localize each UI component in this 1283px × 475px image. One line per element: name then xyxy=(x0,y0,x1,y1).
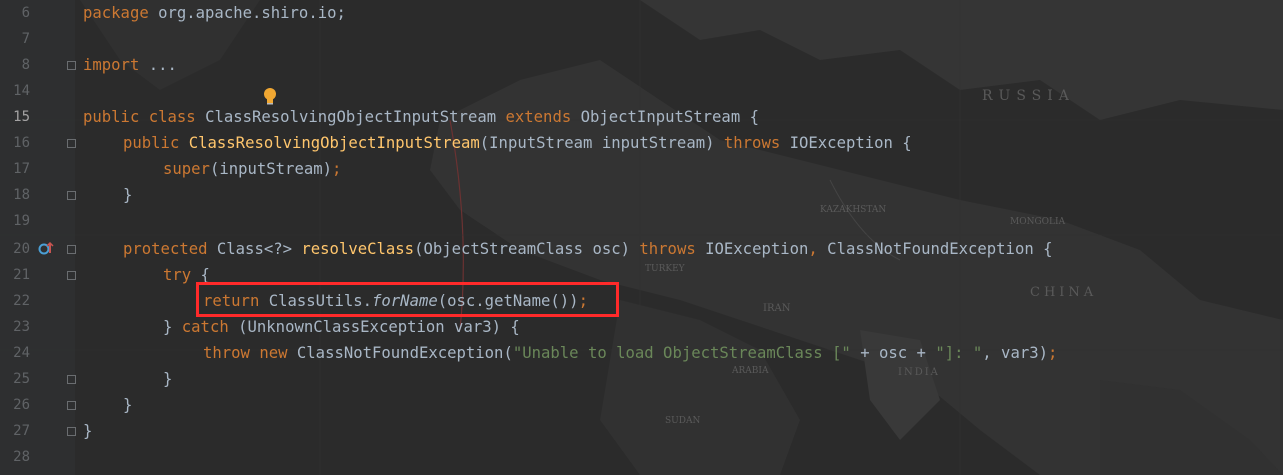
line-number: 26 xyxy=(13,397,30,413)
line-number: 6 xyxy=(21,5,30,21)
code-line[interactable]: } xyxy=(123,182,132,208)
code-text: } xyxy=(123,186,133,204)
line-number: 27 xyxy=(13,423,30,439)
code-text: (InputStream inputStream) xyxy=(479,134,724,152)
lightbulb-icon[interactable] xyxy=(262,87,278,105)
keyword: protected xyxy=(123,240,208,258)
keyword: package xyxy=(83,4,149,22)
line-number: 25 xyxy=(13,371,30,387)
fold-marker-icon[interactable] xyxy=(67,375,76,384)
line-number: 19 xyxy=(13,213,30,229)
code-text: (UnknownClassException var3) { xyxy=(228,318,520,336)
code-text: } xyxy=(163,318,173,336)
keyword: throw xyxy=(203,344,250,362)
code-text: ClassNotFoundException { xyxy=(817,240,1053,258)
code-text: } xyxy=(123,396,133,414)
semicolon: ; xyxy=(332,160,342,178)
map-label-india: INDIA xyxy=(898,367,940,378)
line-number: 18 xyxy=(13,187,30,203)
line-number: 14 xyxy=(13,83,30,99)
line-number: 8 xyxy=(21,57,30,73)
keyword: catch xyxy=(172,318,229,336)
line-number: 7 xyxy=(21,31,30,47)
keyword: public xyxy=(83,108,140,126)
code-text: } xyxy=(163,370,173,388)
string-literal: "]: " xyxy=(935,344,983,362)
class-name: ClassResolvingObjectInputStream xyxy=(195,108,506,126)
keyword: public xyxy=(123,134,180,152)
code-line[interactable]: protected Class<?> resolveClass(ObjectSt… xyxy=(123,236,1053,262)
line-number: 23 xyxy=(13,319,30,335)
code-line[interactable]: } xyxy=(123,392,132,418)
semicolon: ; xyxy=(1048,344,1058,362)
method-name: resolveClass xyxy=(301,240,415,258)
code-line[interactable]: } catch (UnknownClassException var3) { xyxy=(163,314,520,340)
map-label-turkey: TURKEY xyxy=(645,264,685,274)
code-text: IOException { xyxy=(780,134,912,152)
map-label-mongolia: MONGOLIA xyxy=(1010,217,1066,227)
highlight-box xyxy=(196,282,619,317)
keyword: new xyxy=(259,344,288,362)
line-number: 28 xyxy=(13,449,30,465)
keyword: extends xyxy=(505,108,572,126)
code-line[interactable]: import ... xyxy=(83,52,177,78)
code-text: ClassNotFoundException( xyxy=(287,344,513,362)
keyword: throws xyxy=(723,134,781,152)
string-literal: "Unable to load ObjectStreamClass [" xyxy=(512,344,851,362)
keyword: super xyxy=(163,160,210,178)
code-text: , var3) xyxy=(982,344,1048,362)
fold-marker-icon[interactable] xyxy=(67,61,76,70)
keyword: class xyxy=(148,108,196,126)
fold-marker-icon[interactable] xyxy=(67,191,76,200)
keyword: import xyxy=(83,56,140,74)
constructor-name: ClassResolvingObjectInputStream xyxy=(188,134,480,152)
code-text: (ObjectStreamClass osc) xyxy=(414,240,640,258)
map-label-arabia: ARABIA xyxy=(732,366,769,376)
fold-marker-icon[interactable] xyxy=(67,139,76,148)
fold-marker-icon[interactable] xyxy=(67,271,76,280)
line-number-current: 15 xyxy=(13,109,30,125)
code-text: } xyxy=(83,422,93,440)
code-text: ... xyxy=(139,56,177,74)
line-number: 22 xyxy=(13,293,30,309)
line-number: 16 xyxy=(13,135,30,151)
line-number: 24 xyxy=(13,345,30,361)
map-label-russia: RUSSIA xyxy=(982,88,1075,104)
fold-marker-icon[interactable] xyxy=(67,427,76,436)
code-line[interactable]: super(inputStream); xyxy=(163,156,341,182)
map-label-iran: IRAN xyxy=(763,303,791,314)
code-text: + osc + xyxy=(850,344,936,362)
fold-marker-icon[interactable] xyxy=(67,245,76,254)
line-number: 21 xyxy=(13,267,30,283)
code-line[interactable]: } xyxy=(83,418,92,444)
code-text: IOException xyxy=(695,240,809,258)
line-number: 17 xyxy=(13,161,30,177)
code-text: org.apache.shiro.io; xyxy=(148,4,346,22)
code-text: Class<?> xyxy=(207,240,302,258)
map-label-kazakhstan: KAZAKHSTAN xyxy=(820,205,887,215)
code-line[interactable]: public ClassResolvingObjectInputStream(I… xyxy=(123,130,912,156)
code-text: ObjectInputStream { xyxy=(571,108,759,126)
code-line[interactable]: throw new ClassNotFoundException("Unable… xyxy=(203,340,1057,366)
comma: , xyxy=(808,240,818,258)
keyword: throws xyxy=(639,240,696,258)
code-line[interactable]: public class ClassResolvingObjectInputSt… xyxy=(83,104,759,130)
fold-marker-icon[interactable] xyxy=(67,401,76,410)
code-line[interactable]: } xyxy=(163,366,172,392)
map-label-sudan: SUDAN xyxy=(665,416,701,426)
line-number: 20 xyxy=(13,241,30,257)
code-line[interactable]: package org.apache.shiro.io; xyxy=(83,0,346,26)
code-text: (inputStream) xyxy=(209,160,333,178)
keyword: try xyxy=(163,266,192,284)
map-label-china: CHINA xyxy=(1030,285,1098,300)
override-method-icon[interactable] xyxy=(38,242,54,256)
